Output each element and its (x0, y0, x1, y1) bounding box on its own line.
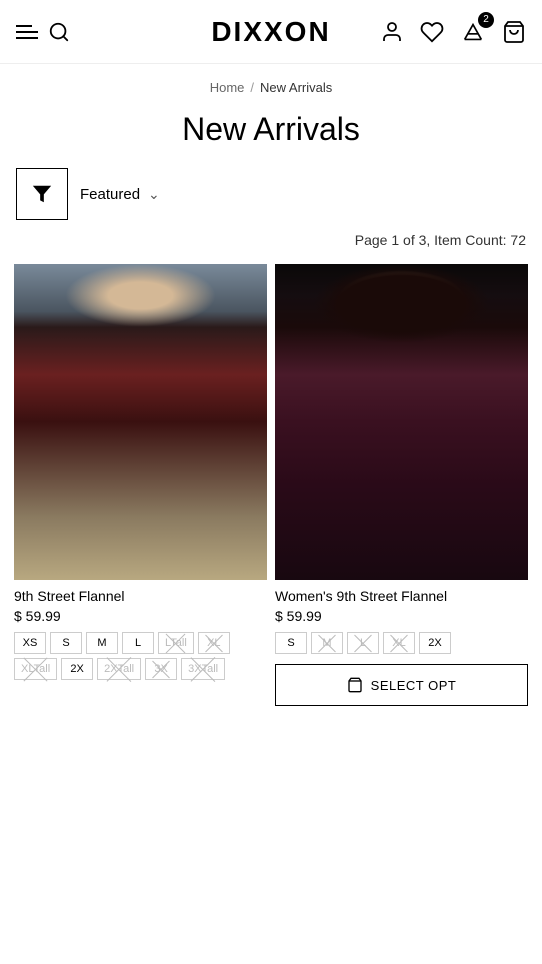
header-left (16, 21, 70, 43)
header-right: 2 (380, 20, 526, 44)
logo: DIXXON (211, 16, 330, 48)
select-opt-label: SELECT OPT (371, 678, 457, 693)
compare-badge: 2 (478, 12, 494, 28)
product-name: 9th Street Flannel (14, 588, 267, 604)
size-swatch-unavailable[interactable]: LTall (158, 632, 194, 654)
filter-button[interactable] (16, 168, 68, 220)
cart-icon (502, 20, 526, 44)
compare-button[interactable]: 2 (460, 20, 486, 44)
size-swatch-unavailable[interactable]: 2XTall (97, 658, 141, 680)
chevron-down-icon: ⌄ (148, 186, 160, 203)
product-card: 9th Street Flannel $ 59.99 XS S M L LTal… (14, 264, 267, 706)
product-price: $ 59.99 (14, 608, 267, 624)
header: DIXXON 2 (0, 0, 542, 64)
heart-icon (420, 20, 444, 44)
size-swatches: S M L XL 2X (275, 632, 528, 654)
select-opt-button[interactable]: SELECT OPT (275, 664, 528, 706)
breadcrumb-separator: / (250, 80, 254, 95)
cart-button[interactable] (502, 20, 526, 44)
size-swatch-unavailable[interactable]: XLTall (14, 658, 57, 680)
size-swatch[interactable]: S (50, 632, 82, 654)
product-name: Women's 9th Street Flannel (275, 588, 528, 604)
bag-icon (347, 677, 363, 693)
product-image[interactable] (275, 264, 528, 580)
account-icon (380, 20, 404, 44)
size-swatch[interactable]: XS (14, 632, 46, 654)
filter-bar: Featured ⌄ (0, 168, 542, 232)
breadcrumb-current: New Arrivals (260, 80, 332, 95)
account-button[interactable] (380, 20, 404, 44)
size-swatch-unavailable[interactable]: M (311, 632, 343, 654)
size-swatch-unavailable[interactable]: L (347, 632, 379, 654)
wishlist-button[interactable] (420, 20, 444, 44)
size-swatch[interactable]: 2X (61, 658, 93, 680)
sort-select-wrapper: Featured ⌄ (80, 186, 526, 203)
pagination-info: Page 1 of 3, Item Count: 72 (0, 232, 542, 260)
filter-icon (31, 183, 53, 205)
product-grid: 9th Street Flannel $ 59.99 XS S M L LTal… (0, 260, 542, 710)
breadcrumb: Home / New Arrivals (0, 64, 542, 103)
page-title: New Arrivals (0, 103, 542, 168)
size-swatch[interactable]: L (122, 632, 154, 654)
size-swatch-unavailable[interactable]: 3X (145, 658, 177, 680)
size-swatch-unavailable[interactable]: 3XTall (181, 658, 225, 680)
product-card: Women's 9th Street Flannel $ 59.99 S M L… (275, 264, 528, 706)
sort-label: Featured (80, 186, 140, 203)
size-swatch-unavailable[interactable]: XL (383, 632, 415, 654)
size-swatch[interactable]: 2X (419, 632, 451, 654)
product-price: $ 59.99 (275, 608, 528, 624)
breadcrumb-home[interactable]: Home (210, 80, 245, 95)
hamburger-icon (16, 25, 38, 39)
search-icon (48, 21, 70, 43)
size-swatch[interactable]: M (86, 632, 118, 654)
size-swatches: XS S M L LTall XL XLTall 2X 2XTall 3X 3X… (14, 632, 267, 680)
hamburger-search-button[interactable] (16, 21, 70, 43)
size-swatch-unavailable[interactable]: XL (198, 632, 230, 654)
product-image[interactable] (14, 264, 267, 580)
size-swatch[interactable]: S (275, 632, 307, 654)
